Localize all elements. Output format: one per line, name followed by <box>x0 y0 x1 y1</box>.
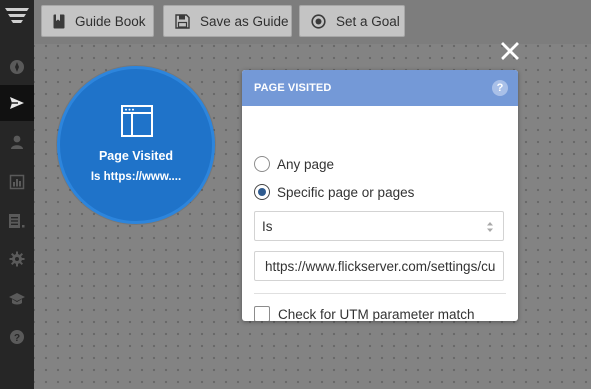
select-arrows-icon <box>487 222 493 232</box>
left-sidebar: ? <box>0 0 34 389</box>
utm-checkbox-label: Check for UTM parameter match <box>278 306 475 322</box>
sidebar-item-settings[interactable] <box>0 241 34 277</box>
any-page-option[interactable]: Any page <box>254 154 334 174</box>
sidebar-item-guides[interactable] <box>0 85 34 121</box>
close-icon[interactable] <box>500 41 520 61</box>
svg-text:?: ? <box>14 333 20 344</box>
question-mark-icon[interactable]: ? <box>492 80 508 96</box>
sidebar-item-content[interactable] <box>0 203 34 239</box>
sidebar-item-analytics[interactable] <box>0 164 34 200</box>
top-toolbar: Guide Book Save as Guide Set a Goal <box>34 0 591 44</box>
panel-title: PAGE VISITED <box>254 82 332 94</box>
set-a-goal-label: Set a Goal <box>336 13 400 29</box>
guide-book-label: Guide Book <box>75 13 146 29</box>
browser-window-icon <box>121 105 153 137</box>
match-type-select[interactable]: Is <box>254 211 504 241</box>
url-input-value: https://www.flickserver.com/settings/cu <box>265 258 496 274</box>
specific-pages-radio[interactable] <box>254 184 270 200</box>
panel-header: PAGE VISITED ? <box>242 70 518 106</box>
any-page-radio[interactable] <box>254 156 270 172</box>
set-a-goal-button[interactable]: Set a Goal <box>299 5 405 37</box>
gear-icon <box>9 251 25 267</box>
paper-plane-icon <box>10 97 24 109</box>
utm-checkbox[interactable] <box>254 306 270 321</box>
sidebar-item-academy[interactable] <box>0 281 34 317</box>
url-input[interactable]: https://www.flickserver.com/settings/cu <box>254 251 504 281</box>
divider <box>254 293 506 294</box>
any-page-label: Any page <box>277 156 335 172</box>
help-icon: ? <box>10 330 24 344</box>
compass-icon <box>10 60 24 74</box>
match-type-value: Is <box>262 218 273 234</box>
page-visited-step[interactable]: Page Visited Is https://www.... <box>57 66 215 224</box>
specific-pages-label: Specific page or pages <box>277 184 415 200</box>
book-icon <box>53 13 65 29</box>
utm-check-option[interactable]: Check for UTM parameter match <box>254 305 475 321</box>
bar-chart-icon <box>9 174 25 190</box>
guide-book-button[interactable]: Guide Book <box>41 5 154 37</box>
menu-logo-icon <box>5 8 29 23</box>
graduation-cap-icon <box>9 293 25 305</box>
save-as-guide-label: Save as Guide <box>200 13 289 29</box>
specific-pages-option[interactable]: Specific page or pages <box>254 182 414 202</box>
sidebar-item-explore[interactable] <box>0 49 34 85</box>
app-logo[interactable] <box>0 0 34 44</box>
sidebar-item-users[interactable] <box>0 124 34 160</box>
target-icon <box>311 13 326 29</box>
sidebar-item-help[interactable]: ? <box>0 319 34 355</box>
step-title: Page Visited <box>98 149 174 163</box>
save-as-guide-button[interactable]: Save as Guide <box>163 5 292 37</box>
save-disk-icon <box>175 13 190 29</box>
list-icon <box>9 214 25 228</box>
step-subtitle: Is https://www.... <box>90 171 182 183</box>
page-visited-panel: PAGE VISITED ? Any page Specific page or… <box>242 70 518 321</box>
user-icon <box>11 135 23 149</box>
